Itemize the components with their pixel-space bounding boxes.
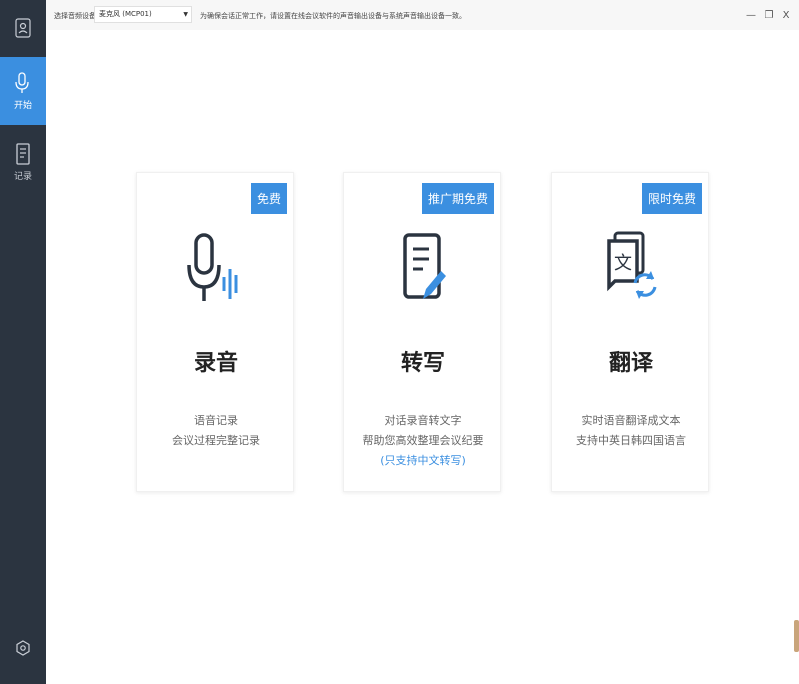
close-icon: X — [782, 9, 790, 21]
device-select[interactable]: 麦克风 (MCP01) ▼ — [94, 6, 192, 23]
card-desc-line: 语音记录 — [194, 414, 238, 427]
card-desc-line: 帮助您高效整理会议纪要 — [362, 434, 484, 447]
microphone-icon — [15, 71, 29, 93]
scroll-handle[interactable] — [794, 620, 799, 652]
sidebar: 开始 记录 — [0, 0, 46, 684]
card-title: 翻译 — [608, 351, 653, 376]
card-description: 对话录音转文字 帮助您高效整理会议纪要 (只支持中文转写) — [344, 411, 502, 471]
card-title: 录音 — [193, 351, 238, 376]
card-title: 转写 — [400, 351, 445, 376]
sidebar-item-records[interactable]: 记录 — [0, 128, 46, 196]
card-transcribe[interactable]: 推广期免费 转写 对话录音转文字 帮助您高效整理会议纪要 (只支持中文转写) — [343, 172, 501, 492]
card-desc-line: 实时语音翻译成文本 — [581, 414, 681, 427]
sidebar-item-label: 记录 — [13, 171, 32, 182]
microphone-icon — [137, 231, 295, 307]
top-bar: 选择音频设备 麦克风 (MCP01) ▼ 为确保会话正常工作，请设置在线会议软件… — [46, 0, 799, 30]
settings-button[interactable] — [0, 634, 46, 662]
restore-icon: ❐ — [764, 9, 774, 21]
user-icon — [15, 18, 31, 38]
document-icon — [16, 142, 30, 165]
user-button[interactable] — [0, 12, 46, 44]
restore-button[interactable]: ❐ — [762, 8, 776, 22]
chevron-down-icon: ▼ — [183, 11, 188, 18]
device-tip: 为确保会话正常工作，请设置在线会议软件的声音输出设备与系统声音输出设备一致。 — [200, 12, 466, 20]
sidebar-item-label: 开始 — [13, 100, 32, 111]
minimize-icon: — — [746, 9, 756, 21]
settings-icon — [16, 640, 30, 656]
svg-text:文: 文 — [614, 253, 632, 274]
sidebar-item-start[interactable]: 开始 — [0, 57, 46, 125]
card-badge: 限时免费 — [641, 183, 702, 214]
transcribe-document-icon — [344, 231, 502, 307]
card-desc-line: 支持中英日韩四国语言 — [576, 434, 686, 447]
device-select-value: 麦克风 (MCP01) — [99, 10, 152, 18]
card-desc-line: 对话录音转文字 — [384, 414, 462, 427]
card-description: 语音记录 会议过程完整记录 — [137, 411, 295, 451]
device-label: 选择音频设备 — [54, 12, 96, 20]
card-note: (只支持中文转写) — [380, 454, 466, 467]
card-record[interactable]: 免费 录音 语音记录 会议过程完整记录 — [136, 172, 294, 492]
close-button[interactable]: X — [779, 8, 793, 22]
card-translate[interactable]: 限时免费 文 翻译 实时语音翻译成文本 支持中英日韩四国语言 — [551, 172, 709, 492]
card-desc-line: 会议过程完整记录 — [172, 434, 260, 447]
card-badge: 免费 — [250, 183, 287, 214]
card-description: 实时语音翻译成文本 支持中英日韩四国语言 — [552, 411, 710, 451]
minimize-button[interactable]: — — [744, 8, 758, 22]
card-badge: 推广期免费 — [421, 183, 494, 214]
translate-icon: 文 — [552, 231, 710, 307]
